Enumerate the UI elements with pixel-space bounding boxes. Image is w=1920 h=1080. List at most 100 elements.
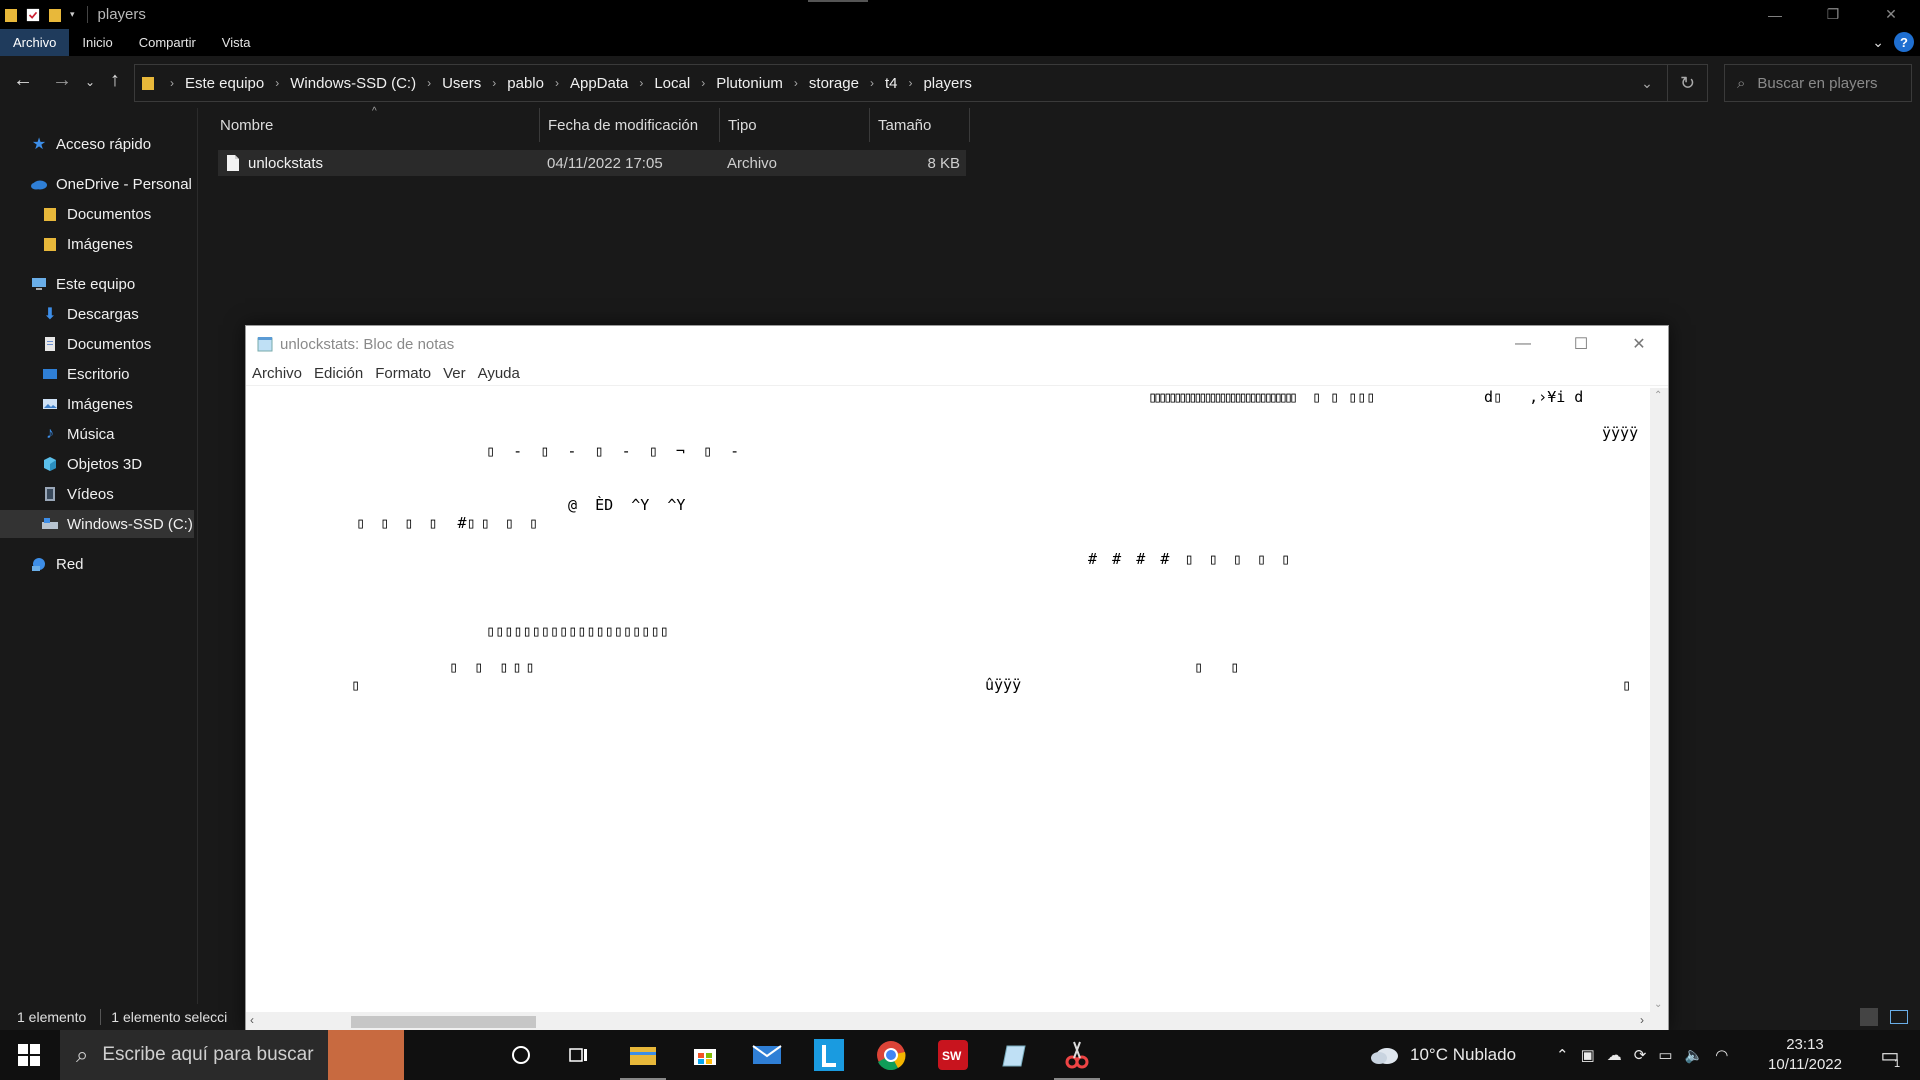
chevron-right-icon[interactable]: › bbox=[863, 76, 881, 90]
chevron-right-icon[interactable]: › bbox=[420, 76, 438, 90]
horizontal-scrollbar[interactable]: ‹ › bbox=[246, 1012, 1668, 1030]
chevron-right-icon[interactable]: › bbox=[901, 76, 919, 90]
meet-now-icon[interactable]: ▣ bbox=[1581, 1046, 1595, 1064]
scroll-right-icon[interactable]: › bbox=[1640, 1013, 1644, 1027]
scroll-down-icon[interactable]: ⌄ bbox=[1654, 999, 1662, 1010]
sidebar-item-documentos[interactable]: Documentos bbox=[41, 330, 151, 358]
sidebar-item-musica[interactable]: ♪ Música bbox=[41, 420, 115, 448]
onedrive-icon[interactable]: ☁ bbox=[1607, 1046, 1622, 1064]
help-button[interactable]: ? bbox=[1894, 32, 1914, 52]
menu-formato[interactable]: Formato bbox=[369, 365, 437, 382]
breadcrumb-appdata[interactable]: AppData bbox=[566, 75, 632, 92]
chevron-up-icon[interactable]: ⌃ bbox=[1556, 1046, 1569, 1064]
forward-icon[interactable]: → bbox=[52, 69, 72, 92]
sidebar-item-videos[interactable]: Vídeos bbox=[41, 480, 114, 508]
breadcrumb-windows-ssd[interactable]: Windows-SSD (C:) bbox=[286, 75, 420, 92]
menu-ayuda[interactable]: Ayuda bbox=[472, 365, 526, 382]
battery-icon[interactable]: ▭ bbox=[1658, 1046, 1672, 1064]
sidebar-item-este-equipo[interactable]: Este equipo bbox=[30, 270, 135, 298]
breadcrumb-t4[interactable]: t4 bbox=[881, 75, 902, 92]
breadcrumb-pablo[interactable]: pablo bbox=[503, 75, 548, 92]
column-header-name[interactable]: Nombre ^ bbox=[212, 106, 540, 142]
sidebar-item-onedrive[interactable]: OneDrive - Personal bbox=[30, 170, 192, 198]
maximize-button[interactable]: ☐ bbox=[1552, 326, 1610, 362]
taskbar-search[interactable]: ⌕ Escribe aquí para buscar bbox=[60, 1030, 404, 1080]
menu-ver[interactable]: Ver bbox=[437, 365, 472, 382]
scroll-left-icon[interactable]: ‹ bbox=[250, 1013, 254, 1027]
close-button[interactable]: ✕ bbox=[1610, 326, 1668, 362]
backup-icon[interactable]: ⟳ bbox=[1634, 1046, 1647, 1064]
breadcrumb-storage[interactable]: storage bbox=[805, 75, 863, 92]
sidebar-item-onedrive-imagenes[interactable]: Imágenes bbox=[41, 230, 133, 258]
address-bar[interactable]: › Este equipo › Windows-SSD (C:) › Users… bbox=[134, 64, 1708, 102]
breadcrumb-plutonium[interactable]: Plutonium bbox=[712, 75, 787, 92]
breadcrumb-este-equipo[interactable]: Este equipo bbox=[181, 75, 268, 92]
back-icon[interactable]: ← bbox=[13, 69, 33, 92]
chrome-icon[interactable] bbox=[862, 1030, 920, 1080]
sidebar-item-red[interactable]: Red bbox=[30, 550, 84, 578]
quick-access-dropdown-icon[interactable]: ▾ bbox=[70, 9, 75, 20]
menu-edicion[interactable]: Edición bbox=[308, 365, 369, 382]
volume-icon[interactable]: 🔈 bbox=[1685, 1046, 1704, 1064]
wifi-icon[interactable]: ◠ bbox=[1715, 1046, 1728, 1064]
solidworks-icon[interactable]: SW bbox=[924, 1030, 982, 1080]
menu-archivo[interactable]: Archivo bbox=[246, 365, 308, 382]
minimize-button[interactable]: — bbox=[1746, 0, 1804, 29]
chevron-right-icon[interactable]: › bbox=[787, 76, 805, 90]
new-folder-icon[interactable] bbox=[48, 7, 62, 23]
snipping-tool-icon[interactable] bbox=[1048, 1030, 1106, 1080]
sidebar-item-quick-access[interactable]: ★ Acceso rápido bbox=[30, 130, 151, 158]
vertical-scrollbar[interactable]: ⌃ ⌄ bbox=[1650, 388, 1668, 1012]
tab-compartir[interactable]: Compartir bbox=[126, 29, 209, 56]
sidebar-item-imagenes[interactable]: Imágenes bbox=[41, 390, 133, 418]
tab-vista[interactable]: Vista bbox=[209, 29, 264, 56]
chevron-right-icon[interactable]: › bbox=[485, 76, 503, 90]
breadcrumb-users[interactable]: Users bbox=[438, 75, 485, 92]
up-icon[interactable]: ↑ bbox=[110, 69, 120, 92]
mail-icon[interactable] bbox=[738, 1030, 796, 1080]
tab-archivo[interactable]: Archivo bbox=[0, 29, 70, 56]
breadcrumb-local[interactable]: Local bbox=[650, 75, 694, 92]
chevron-right-icon[interactable]: › bbox=[268, 76, 286, 90]
notepad-text-area[interactable]: ▯▯▯▯▯▯▯▯▯▯▯▯▯▯▯▯▯▯▯▯▯▯▯▯▯▯▯▯▯ ▯ ▯ ▯▯▯ d▯… bbox=[246, 388, 1650, 1006]
column-header-size[interactable]: Tamaño bbox=[870, 108, 970, 142]
minimize-button[interactable]: — bbox=[1494, 326, 1552, 362]
address-history-icon[interactable]: ⌄ bbox=[1627, 75, 1667, 92]
scroll-up-icon[interactable]: ⌃ bbox=[1654, 390, 1662, 401]
restore-button[interactable]: ❐ bbox=[1804, 0, 1862, 29]
launcher-l-icon[interactable] bbox=[800, 1030, 858, 1080]
task-view-icon[interactable] bbox=[550, 1030, 608, 1080]
search-input[interactable] bbox=[1757, 74, 1898, 92]
start-button[interactable] bbox=[18, 1044, 40, 1071]
recent-locations-icon[interactable]: ⌄ bbox=[85, 75, 95, 89]
cortana-icon[interactable] bbox=[492, 1030, 550, 1080]
close-button[interactable]: ✕ bbox=[1862, 0, 1920, 29]
breadcrumb-players[interactable]: players bbox=[919, 75, 975, 92]
file-row[interactable]: unlockstats 04/11/2022 17:05 Archivo 8 K… bbox=[218, 150, 966, 176]
chevron-right-icon[interactable]: › bbox=[163, 76, 181, 90]
weather-widget[interactable]: 10°C Nublado bbox=[1370, 1030, 1516, 1080]
chevron-right-icon[interactable]: › bbox=[694, 76, 712, 90]
refresh-icon[interactable]: ↻ bbox=[1667, 65, 1707, 101]
chevron-right-icon[interactable]: › bbox=[548, 76, 566, 90]
sidebar-item-windows-ssd[interactable]: Windows-SSD (C:) bbox=[0, 510, 194, 538]
file-explorer-icon[interactable] bbox=[614, 1030, 672, 1080]
details-view-icon[interactable] bbox=[1860, 1008, 1878, 1026]
notification-center-button[interactable]: ▭ 1 bbox=[1872, 1030, 1908, 1080]
sidebar-item-descargas[interactable]: ⬇ Descargas bbox=[41, 300, 138, 328]
expand-ribbon-icon[interactable]: ⌄ bbox=[1872, 34, 1884, 51]
large-icons-view-icon[interactable] bbox=[1890, 1010, 1908, 1024]
horizontal-scroll-thumb[interactable] bbox=[351, 1016, 536, 1028]
search-box[interactable]: ⌕ bbox=[1724, 64, 1912, 102]
properties-icon[interactable] bbox=[26, 7, 40, 23]
sidebar-item-objetos-3d[interactable]: Objetos 3D bbox=[41, 450, 142, 478]
sidebar-item-escritorio[interactable]: Escritorio bbox=[41, 360, 130, 388]
store-icon[interactable] bbox=[676, 1030, 734, 1080]
sidebar-item-onedrive-documentos[interactable]: Documentos bbox=[41, 200, 151, 228]
column-header-modified[interactable]: Fecha de modificación bbox=[540, 108, 720, 142]
notepad-app-icon[interactable] bbox=[986, 1030, 1044, 1080]
column-header-type[interactable]: Tipo bbox=[720, 108, 870, 142]
clock[interactable]: 23:13 10/11/2022 bbox=[1768, 1030, 1842, 1080]
tab-inicio[interactable]: Inicio bbox=[69, 29, 125, 56]
chevron-right-icon[interactable]: › bbox=[632, 76, 650, 90]
